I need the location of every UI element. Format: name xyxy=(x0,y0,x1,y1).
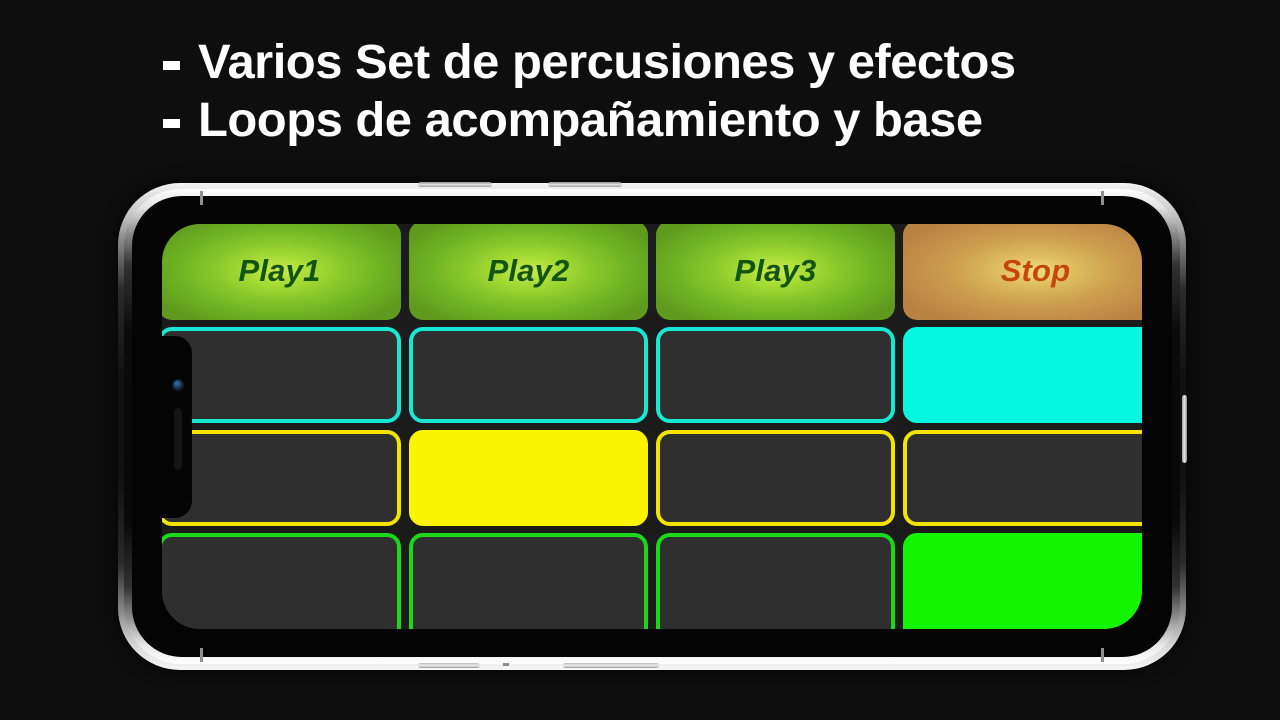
grid-cell xyxy=(409,327,648,423)
grid-cell: Play3 xyxy=(656,224,895,320)
headline-block: Varios Set de percusiones y efectos Loop… xyxy=(0,34,1280,150)
usb-port-icon xyxy=(418,663,480,668)
grid-cell: Play2 xyxy=(409,224,648,320)
pad-cyan-4[interactable] xyxy=(903,327,1142,423)
front-camera-icon xyxy=(173,379,183,390)
headline-line-2: Loops de acompañamiento y base xyxy=(0,92,1280,150)
phone-notch xyxy=(162,335,192,518)
pad-cyan-3[interactable] xyxy=(656,327,895,423)
play1-button[interactable]: Play1 xyxy=(162,224,401,320)
pad-yellow-2[interactable] xyxy=(409,430,648,526)
pad-green-1[interactable] xyxy=(162,533,401,629)
phone-bezel: Play1 Play2 Play3 Stop xyxy=(132,196,1172,657)
grid-cell xyxy=(656,430,895,526)
play2-button[interactable]: Play2 xyxy=(409,224,648,320)
grid-cell xyxy=(656,533,895,629)
volume-down-button[interactable] xyxy=(548,182,622,187)
page-root: Varios Set de percusiones y efectos Loop… xyxy=(0,0,1280,720)
pad-green-4[interactable] xyxy=(903,533,1142,629)
pad-yellow-4[interactable] xyxy=(903,430,1142,526)
grid-cell xyxy=(903,327,1142,423)
grid-cell xyxy=(162,430,401,526)
grid-cell: Play1 xyxy=(162,224,401,320)
antenna-line-bottom-left xyxy=(200,648,203,662)
headline-text-2: Loops de acompañamiento y base xyxy=(198,94,983,147)
pad-yellow-3[interactable] xyxy=(656,430,895,526)
pad-green-2[interactable] xyxy=(409,533,648,629)
speaker-grille-icon xyxy=(563,663,659,668)
dash-bullet-icon xyxy=(163,118,180,128)
antenna-line-top-right xyxy=(1101,191,1104,205)
grid-cell xyxy=(409,430,648,526)
grid-cell xyxy=(162,533,401,629)
headline-line-1: Varios Set de percusiones y efectos xyxy=(0,34,1280,92)
microphone-icon xyxy=(503,663,509,666)
volume-up-button[interactable] xyxy=(418,182,492,187)
pad-grid: Play1 Play2 Play3 Stop xyxy=(162,224,1142,629)
pad-yellow-1[interactable] xyxy=(162,430,401,526)
stop-button[interactable]: Stop xyxy=(903,224,1142,320)
antenna-line-top-left xyxy=(200,191,203,205)
antenna-line-bottom-right xyxy=(1101,648,1104,662)
headline-text-1: Varios Set de percusiones y efectos xyxy=(198,36,1016,89)
power-button[interactable] xyxy=(1182,395,1187,463)
grid-cell xyxy=(409,533,648,629)
grid-cell: Stop xyxy=(903,224,1142,320)
grid-cell xyxy=(656,327,895,423)
pad-green-3[interactable] xyxy=(656,533,895,629)
earpiece-speaker-icon xyxy=(174,407,182,470)
play3-button[interactable]: Play3 xyxy=(656,224,895,320)
phone-screen: Play1 Play2 Play3 Stop xyxy=(162,224,1142,629)
pad-cyan-1[interactable] xyxy=(162,327,401,423)
pad-cyan-2[interactable] xyxy=(409,327,648,423)
dash-bullet-icon xyxy=(163,60,180,70)
grid-cell xyxy=(162,327,401,423)
phone-mockup: Play1 Play2 Play3 Stop xyxy=(118,182,1187,670)
grid-cell xyxy=(903,533,1142,629)
grid-cell xyxy=(903,430,1142,526)
